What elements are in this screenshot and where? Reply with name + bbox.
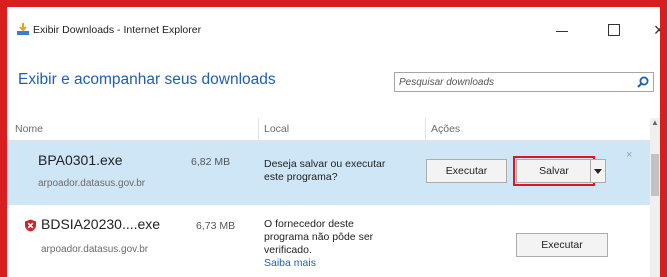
file-host: arpoador.datasus.gov.br (38, 178, 146, 189)
save-options-dropdown[interactable] (590, 159, 606, 183)
scroll-up-icon[interactable]: ▲ (651, 119, 659, 127)
dismiss-icon[interactable]: × (626, 149, 632, 161)
learn-more-link[interactable]: Saiba mais (264, 257, 316, 269)
downloads-window: Exibir Downloads - Internet Explorer × E… (7, 7, 660, 277)
download-row[interactable]: BDSIA20230....exe 6,73 MB arpoador.datas… (7, 205, 650, 277)
window-title: Exibir Downloads - Internet Explorer (33, 24, 202, 36)
title-bar: Exibir Downloads - Internet Explorer × (7, 7, 660, 51)
column-divider (425, 118, 426, 140)
close-icon: × (653, 20, 660, 40)
page-heading: Exibir e acompanhar seus downloads (18, 71, 276, 88)
run-button[interactable]: Executar (516, 233, 608, 257)
minimize-icon (556, 31, 568, 32)
shield-warning-icon (25, 219, 36, 232)
search-box[interactable] (394, 72, 654, 92)
status-line: programa não pôde ser (264, 231, 374, 243)
search-icon[interactable] (636, 75, 650, 89)
vertical-scrollbar[interactable]: ▲ (650, 118, 660, 277)
run-button[interactable]: Executar (426, 159, 507, 183)
search-input[interactable] (399, 73, 625, 91)
scroll-thumb[interactable] (651, 154, 659, 196)
column-divider (258, 118, 259, 140)
maximize-button[interactable] (593, 15, 633, 45)
column-local[interactable]: Local (264, 118, 289, 140)
file-size: 6,73 MB (196, 220, 236, 232)
column-header: Nome Local Ações (7, 118, 652, 141)
close-button[interactable]: × (639, 15, 660, 45)
status-line: Deseja salvar ou executar (264, 158, 386, 170)
status-line: verificado. (264, 244, 312, 256)
maximize-icon (608, 24, 620, 36)
highlight-box (513, 156, 595, 186)
status-line: O fornecedor deste (264, 218, 354, 230)
file-host: arpoador.datasus.gov.br (41, 244, 149, 255)
file-name: BPA0301.exe (38, 152, 123, 168)
download-icon (17, 23, 29, 35)
chevron-down-icon (594, 169, 602, 174)
download-row[interactable]: BPA0301.exe 6,82 MB arpoador.datasus.gov… (7, 141, 650, 205)
file-size: 6,82 MB (191, 156, 231, 168)
status-line: este programa? (264, 171, 338, 183)
column-actions[interactable]: Ações (431, 118, 460, 140)
minimize-button[interactable] (542, 15, 582, 45)
file-name: BDSIA20230....exe (41, 216, 161, 232)
column-name[interactable]: Nome (15, 118, 43, 140)
